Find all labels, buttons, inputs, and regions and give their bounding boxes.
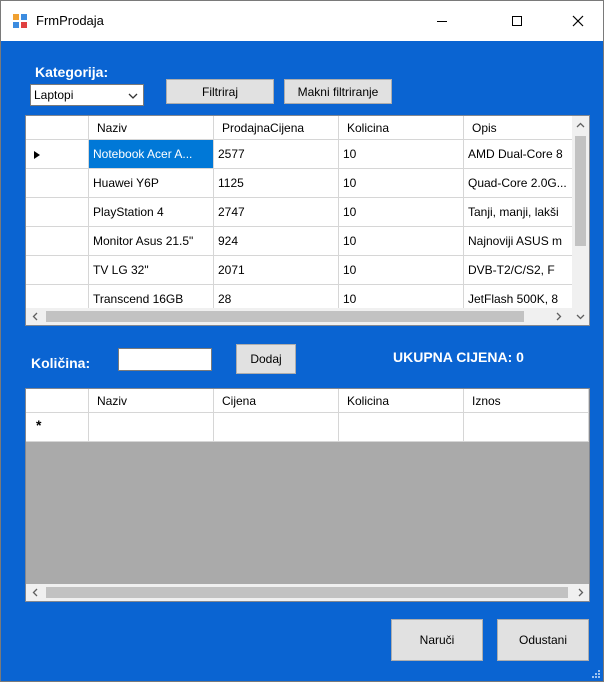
- grid-corner-header: [26, 116, 89, 140]
- table-cell[interactable]: 10: [339, 169, 464, 198]
- category-combobox[interactable]: Laptopi: [30, 84, 144, 106]
- frm-prodaja-window: FrmProdaja Kategorija: Laptopi Filtriraj…: [0, 0, 604, 682]
- category-selected-value: Laptopi: [34, 88, 74, 102]
- table-cell[interactable]: Najnoviji ASUS m: [464, 227, 574, 256]
- quantity-label: Količina:: [31, 355, 91, 371]
- category-label: Kategorija:: [35, 64, 109, 80]
- table-cell[interactable]: 10: [339, 198, 464, 227]
- table-cell[interactable]: [464, 413, 589, 442]
- row-header[interactable]: *: [26, 413, 89, 442]
- column-header-cijena[interactable]: Cijena: [214, 389, 339, 413]
- row-header[interactable]: [26, 198, 89, 227]
- column-header-prodajnacijena[interactable]: ProdajnaCijena: [214, 116, 339, 140]
- row-header[interactable]: [26, 169, 89, 198]
- scroll-down-arrow-icon[interactable]: [572, 308, 589, 325]
- table-cell[interactable]: Quad-Core 2.0G...: [464, 169, 574, 198]
- vertical-scrollbar[interactable]: [572, 116, 589, 308]
- column-header-iznos[interactable]: Iznos: [464, 389, 589, 413]
- table-cell[interactable]: [214, 413, 339, 442]
- column-header-kolicina[interactable]: Kolicina: [339, 389, 464, 413]
- row-header[interactable]: [26, 227, 89, 256]
- close-button[interactable]: [555, 1, 601, 41]
- horizontal-scrollbar[interactable]: [26, 584, 589, 601]
- row-header[interactable]: [26, 140, 89, 169]
- table-cell[interactable]: AMD Dual-Core 8: [464, 140, 574, 169]
- table-cell[interactable]: [339, 413, 464, 442]
- table-cell[interactable]: Tanji, manji, lakši: [464, 198, 574, 227]
- new-row[interactable]: *: [26, 413, 589, 442]
- column-header-naziv[interactable]: Naziv: [89, 116, 214, 140]
- cancel-button[interactable]: Odustani: [497, 619, 589, 661]
- current-row-arrow-icon: [34, 151, 40, 159]
- table-cell[interactable]: 924: [214, 227, 339, 256]
- horizontal-scroll-thumb[interactable]: [46, 587, 568, 598]
- table-row[interactable]: Monitor Asus 21.5" 924 10 Najnoviji ASUS…: [26, 227, 574, 256]
- grid-corner-header: [26, 389, 89, 413]
- total-price-label: UKUPNA CIJENA: 0: [393, 349, 524, 365]
- table-cell[interactable]: Huawei Y6P: [89, 169, 214, 198]
- column-header-opis[interactable]: Opis: [464, 116, 574, 140]
- vertical-scroll-thumb[interactable]: [575, 136, 586, 246]
- close-icon: [572, 15, 584, 27]
- table-row[interactable]: Huawei Y6P 1125 10 Quad-Core 2.0G...: [26, 169, 574, 198]
- table-cell[interactable]: DVB-T2/C/S2, F: [464, 256, 574, 285]
- filter-button[interactable]: Filtriraj: [166, 79, 274, 104]
- table-cell[interactable]: 2747: [214, 198, 339, 227]
- maximize-button[interactable]: [494, 1, 540, 41]
- column-header-kolicina[interactable]: Kolicina: [339, 116, 464, 140]
- title-bar[interactable]: FrmProdaja: [1, 1, 603, 41]
- scroll-right-arrow-icon[interactable]: [572, 584, 589, 601]
- table-cell[interactable]: 2577: [214, 140, 339, 169]
- scroll-left-arrow-icon[interactable]: [26, 308, 43, 325]
- minimize-button[interactable]: [419, 1, 465, 41]
- minimize-icon: [437, 21, 447, 22]
- resize-grip-icon[interactable]: [591, 669, 601, 679]
- new-row-marker-icon: *: [36, 417, 42, 433]
- table-cell[interactable]: [89, 413, 214, 442]
- table-cell[interactable]: 1125: [214, 169, 339, 198]
- row-header[interactable]: [26, 256, 89, 285]
- add-button[interactable]: Dodaj: [236, 344, 296, 374]
- table-cell[interactable]: 10: [339, 140, 464, 169]
- maximize-icon: [512, 16, 522, 26]
- cart-grid[interactable]: Naziv Cijena Kolicina Iznos *: [25, 388, 590, 602]
- order-button[interactable]: Naruči: [391, 619, 483, 661]
- table-cell[interactable]: Monitor Asus 21.5": [89, 227, 214, 256]
- scroll-up-arrow-icon[interactable]: [572, 116, 589, 133]
- table-cell[interactable]: 10: [339, 256, 464, 285]
- scroll-left-arrow-icon[interactable]: [26, 584, 43, 601]
- products-grid[interactable]: Naziv ProdajnaCijena Kolicina Opis Noteb…: [25, 115, 590, 326]
- table-cell[interactable]: Notebook Acer A...: [89, 140, 214, 169]
- column-header-naziv[interactable]: Naziv: [89, 389, 214, 413]
- horizontal-scrollbar[interactable]: [26, 308, 589, 325]
- table-row[interactable]: Notebook Acer A... 2577 10 AMD Dual-Core…: [26, 140, 574, 169]
- scroll-right-arrow-icon[interactable]: [550, 308, 567, 325]
- clear-filter-button[interactable]: Makni filtriranje: [284, 79, 392, 104]
- table-cell[interactable]: 2071: [214, 256, 339, 285]
- table-row[interactable]: TV LG 32" 2071 10 DVB-T2/C/S2, F: [26, 256, 574, 285]
- app-icon: [13, 14, 27, 28]
- horizontal-scroll-thumb[interactable]: [46, 311, 524, 322]
- table-cell[interactable]: PlayStation 4: [89, 198, 214, 227]
- table-cell[interactable]: 10: [339, 227, 464, 256]
- window-title: FrmProdaja: [36, 13, 104, 28]
- table-cell[interactable]: TV LG 32": [89, 256, 214, 285]
- quantity-input[interactable]: [118, 348, 212, 371]
- chevron-down-icon: [128, 93, 138, 99]
- table-row[interactable]: PlayStation 4 2747 10 Tanji, manji, lakš…: [26, 198, 574, 227]
